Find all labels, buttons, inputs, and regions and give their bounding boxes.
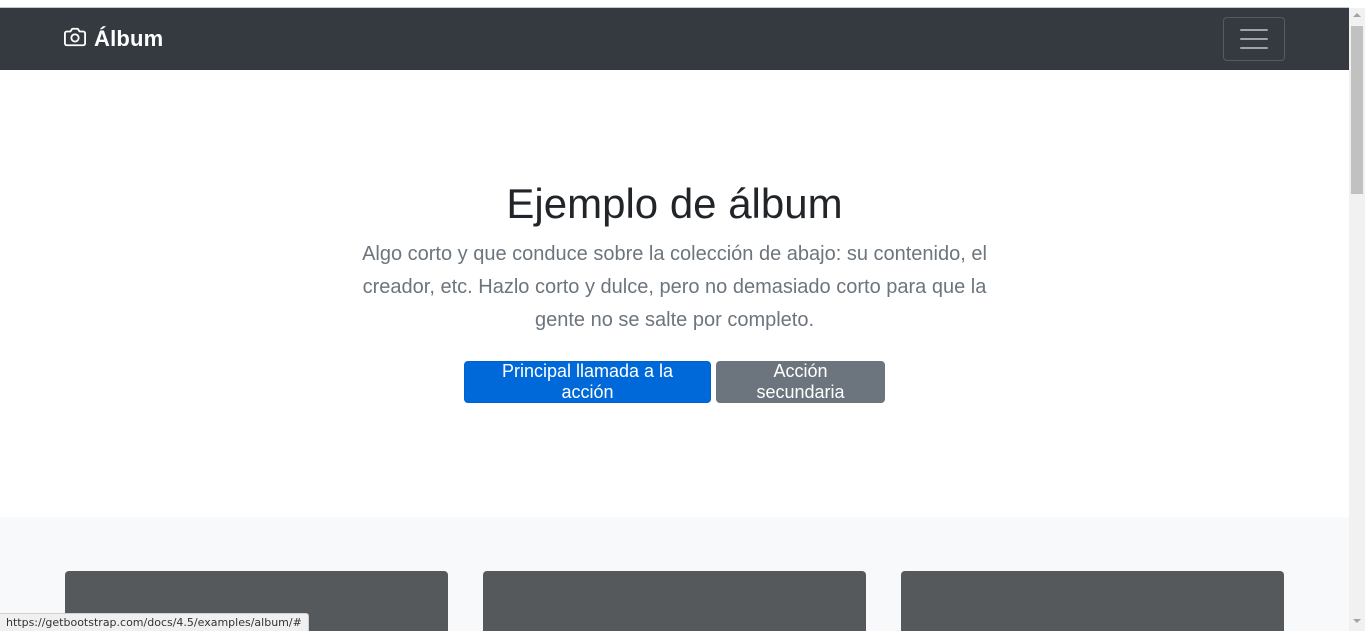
vertical-scrollbar[interactable] xyxy=(1349,8,1365,631)
scrollbar-thumb[interactable] xyxy=(1351,26,1363,194)
brand-text: Álbum xyxy=(94,26,164,51)
hero-lead-text: Algo corto y que conduce sobre la colecc… xyxy=(362,243,987,331)
navbar: Álbum xyxy=(0,8,1349,70)
hamburger-icon-line-1 xyxy=(1240,29,1268,31)
secondary-cta-button[interactable]: Acción secundaria xyxy=(716,361,885,403)
browser-viewport: Álbum Ejemplo de álbum Algo corto y que … xyxy=(0,0,1365,631)
link-status-bar: https://getbootstrap.com/docs/4.5/exampl… xyxy=(0,613,309,631)
hamburger-icon-line-3 xyxy=(1240,47,1268,49)
scroll-down-arrow-icon[interactable] xyxy=(1353,619,1361,623)
album-card-thumbnail xyxy=(901,571,1284,631)
brand-link[interactable]: Álbum xyxy=(64,25,163,53)
scroll-up-arrow-icon[interactable] xyxy=(1353,13,1361,17)
browser-top-edge xyxy=(0,0,1349,8)
hero-button-row: Principal llamada a la acción Acción sec… xyxy=(0,361,1349,403)
camera-icon xyxy=(64,26,86,53)
primary-cta-button[interactable]: Principal llamada a la acción xyxy=(464,361,711,403)
album-card-thumbnail xyxy=(483,571,866,631)
page-title: Ejemplo de álbum xyxy=(506,180,843,227)
jumbotron: Ejemplo de álbum Algo corto y que conduc… xyxy=(0,70,1349,517)
hamburger-icon-line-2 xyxy=(1240,38,1268,40)
navbar-toggler-button[interactable] xyxy=(1223,17,1285,61)
